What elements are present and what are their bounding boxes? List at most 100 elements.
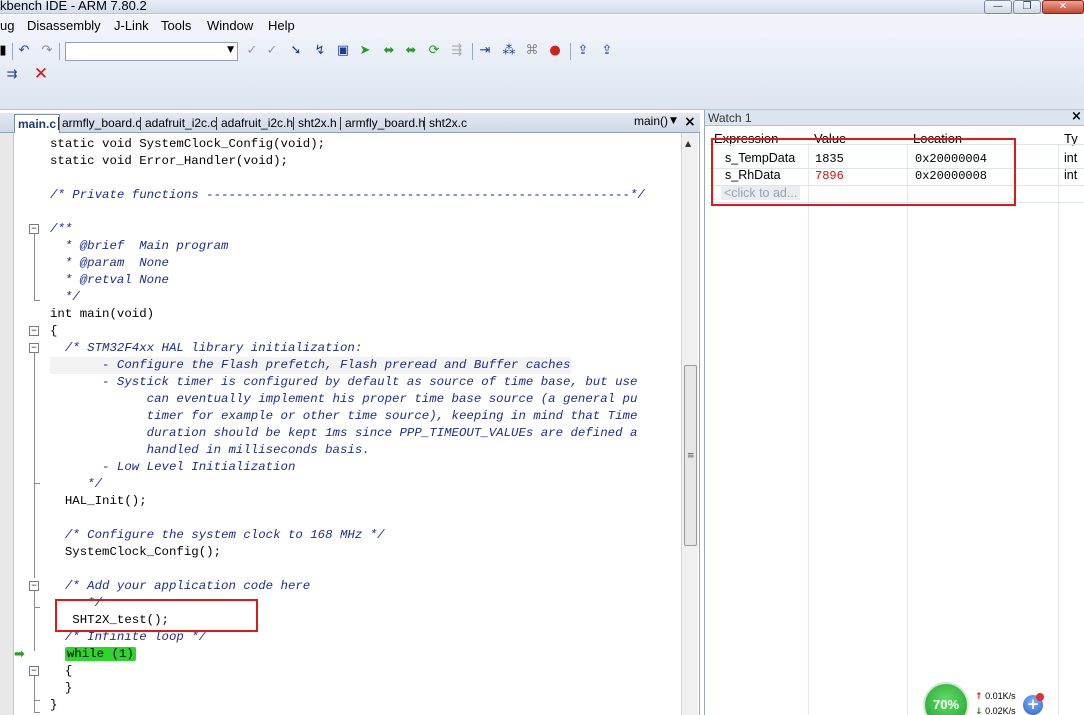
code-line[interactable]: SystemClock_Config(); bbox=[50, 544, 221, 561]
code-line[interactable]: static void Error_Handler(void); bbox=[50, 153, 288, 170]
window-controls: — ❐ ✕ bbox=[984, 0, 1084, 14]
code-line[interactable]: duration should be kept 1ms since PPP_TI… bbox=[50, 425, 638, 442]
scroll-up-icon[interactable]: ▲ bbox=[685, 139, 691, 148]
close-icon[interactable]: × bbox=[1071, 109, 1082, 124]
editor-scrollbar[interactable]: ▲ ≡ bbox=[681, 133, 698, 715]
code-line[interactable]: /* Add your application code here bbox=[50, 578, 310, 595]
code-line[interactable]: /* Configure the system clock to 168 MHz… bbox=[50, 527, 385, 544]
menu-tools[interactable]: Tools bbox=[161, 18, 191, 33]
code-line[interactable]: */ bbox=[50, 289, 80, 306]
fold-toggle-icon[interactable]: − bbox=[29, 224, 39, 234]
code-line[interactable]: * @param None bbox=[50, 255, 169, 272]
restore-button[interactable]: ❐ bbox=[1013, 0, 1041, 14]
upload-arrow-icon: ↑ bbox=[975, 692, 983, 702]
chevron-down-icon[interactable]: ▼ bbox=[227, 45, 234, 55]
toolbar-separator bbox=[12, 43, 13, 60]
rebuild-icon[interactable]: ⟳ bbox=[425, 42, 443, 60]
tab-separator bbox=[424, 117, 425, 130]
step-forward-icon[interactable]: ⬌ bbox=[402, 42, 420, 60]
code-line[interactable]: handled in milliseconds basis. bbox=[50, 442, 370, 459]
code-line[interactable]: { bbox=[50, 663, 72, 680]
menu-debug[interactable]: ug bbox=[0, 18, 14, 33]
code-line[interactable]: /** bbox=[50, 221, 72, 238]
tab-armfly-board-c[interactable]: armfly_board.c bbox=[62, 116, 141, 130]
network-speed-widget[interactable]: 70% ↑ 0.01K/s ↓ 0.02K/s + bbox=[920, 680, 1050, 715]
redo-icon[interactable]: ↷ bbox=[38, 42, 56, 60]
menu-jlink[interactable]: J-Link bbox=[114, 18, 149, 33]
step-back-icon[interactable]: ⬌ bbox=[380, 42, 398, 60]
tab-sht2x-h[interactable]: sht2x.h bbox=[298, 116, 337, 130]
watch-title: Watch 1 bbox=[708, 111, 752, 125]
toolbar-area: ▮ ↶ ↷ ▼ ✓ ✓ ➘ ↯ ▣ ➤ ⬌ ⬌ ⟳ ⇶ ⇥ ⁂ ⌘ ● ⇪ ⇪ … bbox=[0, 37, 1084, 110]
fold-end bbox=[34, 700, 40, 701]
menu-help[interactable]: Help bbox=[268, 18, 295, 33]
next-bookmark-icon[interactable]: ✓ bbox=[263, 42, 281, 60]
tab-adafruit-i2c-c[interactable]: adafruit_i2c.c bbox=[145, 116, 216, 130]
tab-armfly-board-h[interactable]: armfly_board.h bbox=[345, 116, 425, 130]
fold-column: − − − − − bbox=[29, 133, 41, 715]
minimize-button[interactable]: — bbox=[984, 0, 1012, 14]
debug-no-download-icon[interactable]: ⇪ bbox=[598, 42, 616, 60]
code-line[interactable]: can eventually implement his proper time… bbox=[50, 391, 638, 408]
chevron-down-icon[interactable]: ▼ bbox=[670, 116, 677, 126]
fold-toggle-icon[interactable]: − bbox=[29, 581, 39, 591]
menu-window[interactable]: Window bbox=[207, 18, 253, 33]
current-statement-arrow-icon: ➡ bbox=[14, 647, 25, 662]
code-line[interactable]: */ bbox=[50, 476, 102, 493]
editor-tabs: main.c armfly_board.c adafruit_i2c.c ada… bbox=[0, 113, 700, 133]
close-icon[interactable]: × bbox=[684, 114, 696, 130]
go-to-icon[interactable]: ➘ bbox=[287, 42, 305, 60]
code-line[interactable]: * @brief Main program bbox=[50, 238, 229, 255]
current-statement-highlight: while (1) bbox=[64, 647, 136, 661]
code-line[interactable]: } bbox=[50, 680, 72, 697]
make-icon[interactable]: ➤ bbox=[356, 42, 374, 60]
code-line[interactable]: timer for example or other time source),… bbox=[50, 408, 638, 425]
tab-separator bbox=[216, 117, 217, 130]
fold-line bbox=[34, 353, 35, 483]
tab-adafruit-i2c-h[interactable]: adafruit_i2c.h bbox=[221, 116, 293, 130]
reset-icon[interactable]: ⇉ bbox=[3, 66, 21, 84]
code-line[interactable]: { bbox=[50, 323, 57, 340]
stop-debug-icon[interactable]: ✕ bbox=[32, 65, 50, 83]
toggle-bookmark-icon[interactable]: ✓ bbox=[243, 42, 261, 60]
function-selector[interactable]: main() bbox=[634, 114, 668, 128]
code-line[interactable]: - Systick timer is configured by default… bbox=[50, 374, 637, 391]
navigate-icon[interactable]: ↯ bbox=[311, 42, 329, 60]
code-line[interactable]: static void SystemClock_Config(void); bbox=[50, 136, 325, 153]
step-over-icon[interactable]: ⁂ bbox=[500, 42, 518, 60]
fold-toggle-icon[interactable]: − bbox=[29, 666, 39, 676]
batch-build-icon[interactable]: ⇶ bbox=[448, 42, 466, 60]
breakpoint-icon[interactable]: ● bbox=[546, 42, 564, 60]
code-line[interactable]: - Low Level Initialization bbox=[50, 459, 295, 476]
column-divider bbox=[907, 144, 908, 715]
close-button[interactable]: ✕ bbox=[1042, 0, 1084, 14]
code-line[interactable]: /* STM32F4xx HAL library initialization: bbox=[50, 340, 362, 357]
tab-sht2x-c[interactable]: sht2x.c bbox=[429, 116, 467, 130]
fold-end bbox=[34, 712, 40, 713]
annotation-box-watch-values bbox=[711, 138, 1016, 206]
network-usage-gauge[interactable]: 70% bbox=[923, 682, 969, 715]
download-icon[interactable]: ⇥ bbox=[476, 42, 494, 60]
grip-icon: ≡ bbox=[687, 451, 695, 461]
fold-toggle-icon[interactable]: − bbox=[29, 343, 39, 353]
tab-separator bbox=[340, 117, 341, 130]
find-combo[interactable]: ▼ bbox=[65, 42, 238, 61]
menu-disassembly[interactable]: Disassembly bbox=[27, 18, 101, 33]
code-line[interactable]: } bbox=[50, 697, 57, 714]
debug-icon[interactable]: ⇪ bbox=[574, 42, 592, 60]
code-line[interactable]: * @retval None bbox=[50, 272, 169, 289]
breakpoint-gutter[interactable] bbox=[0, 133, 14, 715]
compile-icon[interactable]: ▣ bbox=[334, 42, 352, 60]
code-line[interactable]: HAL_Init(); bbox=[50, 493, 147, 510]
code-line[interactable]: while (1) bbox=[50, 646, 136, 663]
undo-icon[interactable]: ↶ bbox=[15, 42, 33, 60]
code-line[interactable]: - Configure the Flash prefetch, Flash pr… bbox=[50, 357, 571, 374]
save-icon[interactable]: ▮ bbox=[0, 42, 12, 60]
fold-toggle-icon[interactable]: − bbox=[29, 326, 39, 336]
download-arrow-icon: ↓ bbox=[975, 707, 983, 715]
scrollbar-thumb[interactable]: ≡ bbox=[684, 365, 697, 546]
code-line[interactable]: /* Private functions -------------------… bbox=[50, 187, 645, 204]
tab-main-c[interactable]: main.c bbox=[14, 114, 61, 133]
step-into-icon[interactable]: ⌘ bbox=[523, 42, 541, 60]
code-line[interactable]: int main(void) bbox=[50, 306, 154, 323]
